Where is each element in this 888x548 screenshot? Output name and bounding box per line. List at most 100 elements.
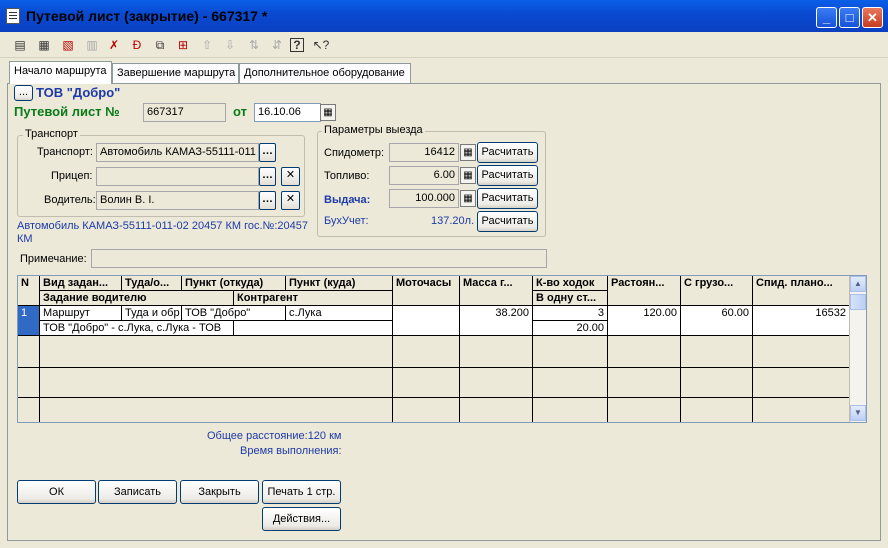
whats-this-icon[interactable]: ↖? [312, 36, 330, 54]
window-title: Путевой лист (закрытие) - 667317 * [26, 8, 268, 24]
grid-scrollbar[interactable]: ▲ ▼ [849, 276, 866, 422]
accounting-value: 137.20л. [431, 215, 475, 227]
note-label: Примечание: [20, 253, 87, 265]
transport-label: Транспорт: [37, 146, 93, 158]
col-header-to[interactable]: Пункт (куда) [286, 276, 393, 291]
fuel-calc-icon[interactable]: ▦ [460, 167, 476, 184]
task-cell[interactable]: ТОВ "Добро" - с.Лука, с.Лука - ТОВ [40, 321, 234, 336]
speedometer-calc-icon[interactable]: ▦ [460, 144, 476, 161]
driver-field[interactable]: Волин В. І. [96, 191, 259, 210]
ok-button[interactable]: ОК [17, 480, 96, 504]
tab-route-start[interactable]: Начало маршрута [9, 61, 112, 84]
col-header-n[interactable]: N [18, 276, 40, 306]
to-cell[interactable]: с.Лука [286, 306, 393, 321]
moto-cell[interactable] [393, 306, 460, 336]
doc-number-field[interactable]: 667317 [143, 103, 226, 122]
col-header-trips[interactable]: К-во ходок [533, 276, 608, 291]
sort-asc-icon[interactable]: ⇅ [245, 36, 263, 54]
insert-icon[interactable]: ⊞ [174, 36, 192, 54]
direct-delete-icon[interactable]: Ɖ [128, 36, 146, 54]
col-header-one-way[interactable]: В одну ст... [533, 291, 608, 306]
type-cell[interactable]: Маршрут [40, 306, 122, 321]
grid-line [39, 336, 40, 422]
grid-line [18, 397, 850, 398]
maximize-button[interactable]: □ [839, 7, 860, 28]
col-header-mass[interactable]: Масса г... [460, 276, 533, 306]
col-header-direction[interactable]: Туда/о... [122, 276, 182, 291]
move-up-icon[interactable]: ⇧ [198, 36, 216, 54]
delete-mark-icon[interactable]: ✗ [105, 36, 123, 54]
trailer-select-button[interactable]: … [259, 167, 276, 186]
issue-calc-icon[interactable]: ▦ [460, 190, 476, 207]
fuel-field[interactable]: 6.00 [389, 166, 459, 185]
col-header-speedometer-plan[interactable]: Спид. плано... [753, 276, 850, 306]
trips-cell[interactable]: 3 [533, 306, 608, 321]
driver-clear-icon[interactable]: ✕ [281, 191, 300, 210]
speedometer-calc-button[interactable]: Расчитать [477, 142, 538, 163]
help-icon[interactable]: ? [290, 38, 304, 52]
select-org-button[interactable]: ... [14, 85, 33, 101]
save-button[interactable]: Записать [98, 480, 177, 504]
speedometer-field[interactable]: 16412 [389, 143, 459, 162]
from-cell[interactable]: ТОВ "Добро" [182, 306, 286, 321]
doc-number-label: Путевой лист № [14, 104, 120, 119]
col-header-moto[interactable]: Моточасы [393, 276, 460, 306]
copy-icon[interactable]: ⧉ [151, 36, 169, 54]
close-window-button[interactable]: ✕ [862, 7, 883, 28]
mass-cell[interactable]: 38.200 [460, 306, 533, 336]
row-number-cell[interactable]: 1 [18, 306, 40, 336]
grid-line [607, 336, 608, 422]
loaded-cell[interactable]: 60.00 [681, 306, 753, 336]
col-header-type[interactable]: Вид задан... [40, 276, 122, 291]
col-header-task[interactable]: Задание водителю [40, 291, 234, 306]
actions-button[interactable]: Действия... [262, 507, 341, 531]
issue-label: Выдача: [324, 194, 371, 206]
tab-route-end[interactable]: Завершение маршрута [112, 63, 239, 83]
issue-calc-button[interactable]: Расчитать [477, 188, 538, 209]
calendar-icon[interactable]: ▦ [320, 104, 336, 121]
edit-row-icon[interactable]: ▥ [83, 36, 101, 54]
minimize-button[interactable]: _ [816, 7, 837, 28]
trailer-label: Прицеп: [51, 170, 93, 182]
grid-line [392, 336, 393, 422]
new-row-copy-icon[interactable]: ▦ [35, 36, 53, 54]
document-icon [6, 8, 20, 24]
scroll-down-icon[interactable]: ▼ [850, 405, 866, 421]
grid-line [459, 336, 460, 422]
one-way-cell[interactable]: 20.00 [533, 321, 608, 336]
sort-desc-icon[interactable]: ⇵ [268, 36, 286, 54]
grid-line [532, 336, 533, 422]
date-field[interactable]: 16.10.06 [254, 103, 321, 122]
col-header-distance[interactable]: Растоян... [608, 276, 681, 306]
col-header-loaded[interactable]: С грузо... [681, 276, 753, 306]
speedometer-plan-cell[interactable]: 16532 [753, 306, 850, 336]
trailer-field[interactable] [96, 167, 259, 186]
accounting-calc-button[interactable]: Расчитать [477, 211, 538, 232]
move-down-icon[interactable]: ⇩ [221, 36, 239, 54]
col-header-from[interactable]: Пункт (откуда) [182, 276, 286, 291]
col-header-contractor[interactable]: Контрагент [234, 291, 393, 306]
fuel-calc-button[interactable]: Расчитать [477, 165, 538, 186]
scroll-thumb[interactable] [850, 294, 866, 310]
note-field[interactable] [91, 249, 547, 268]
route-grid[interactable]: N Вид задан... Туда/о... Пункт (откуда) … [17, 275, 867, 423]
exec-time-text: Время выполнения: [240, 445, 342, 457]
print-button[interactable]: Печать 1 стр. [262, 480, 341, 504]
params-group-label: Параметры выезда [322, 124, 425, 136]
close-button[interactable]: Закрыть [180, 480, 259, 504]
scroll-up-icon[interactable]: ▲ [850, 276, 866, 292]
grid-line [752, 336, 753, 422]
delete-row-icon[interactable]: ▧ [59, 36, 77, 54]
distance-cell[interactable]: 120.00 [608, 306, 681, 336]
accounting-label: БухУчет: [324, 215, 369, 227]
tab-extra-equipment[interactable]: Дополнительное оборудование [239, 63, 411, 83]
contractor-cell[interactable] [234, 321, 393, 336]
driver-select-button[interactable]: … [259, 191, 276, 210]
speedometer-label: Спидометр: [324, 147, 385, 159]
direction-cell[interactable]: Туда и обр [122, 306, 182, 321]
transport-field[interactable]: Автомобиль КАМАЗ-55111-011 [96, 143, 259, 162]
new-row-icon[interactable]: ▤ [11, 36, 29, 54]
issue-field[interactable]: 100.000 [389, 189, 459, 208]
trailer-clear-icon[interactable]: ✕ [281, 167, 300, 186]
transport-select-button[interactable]: … [259, 143, 276, 162]
